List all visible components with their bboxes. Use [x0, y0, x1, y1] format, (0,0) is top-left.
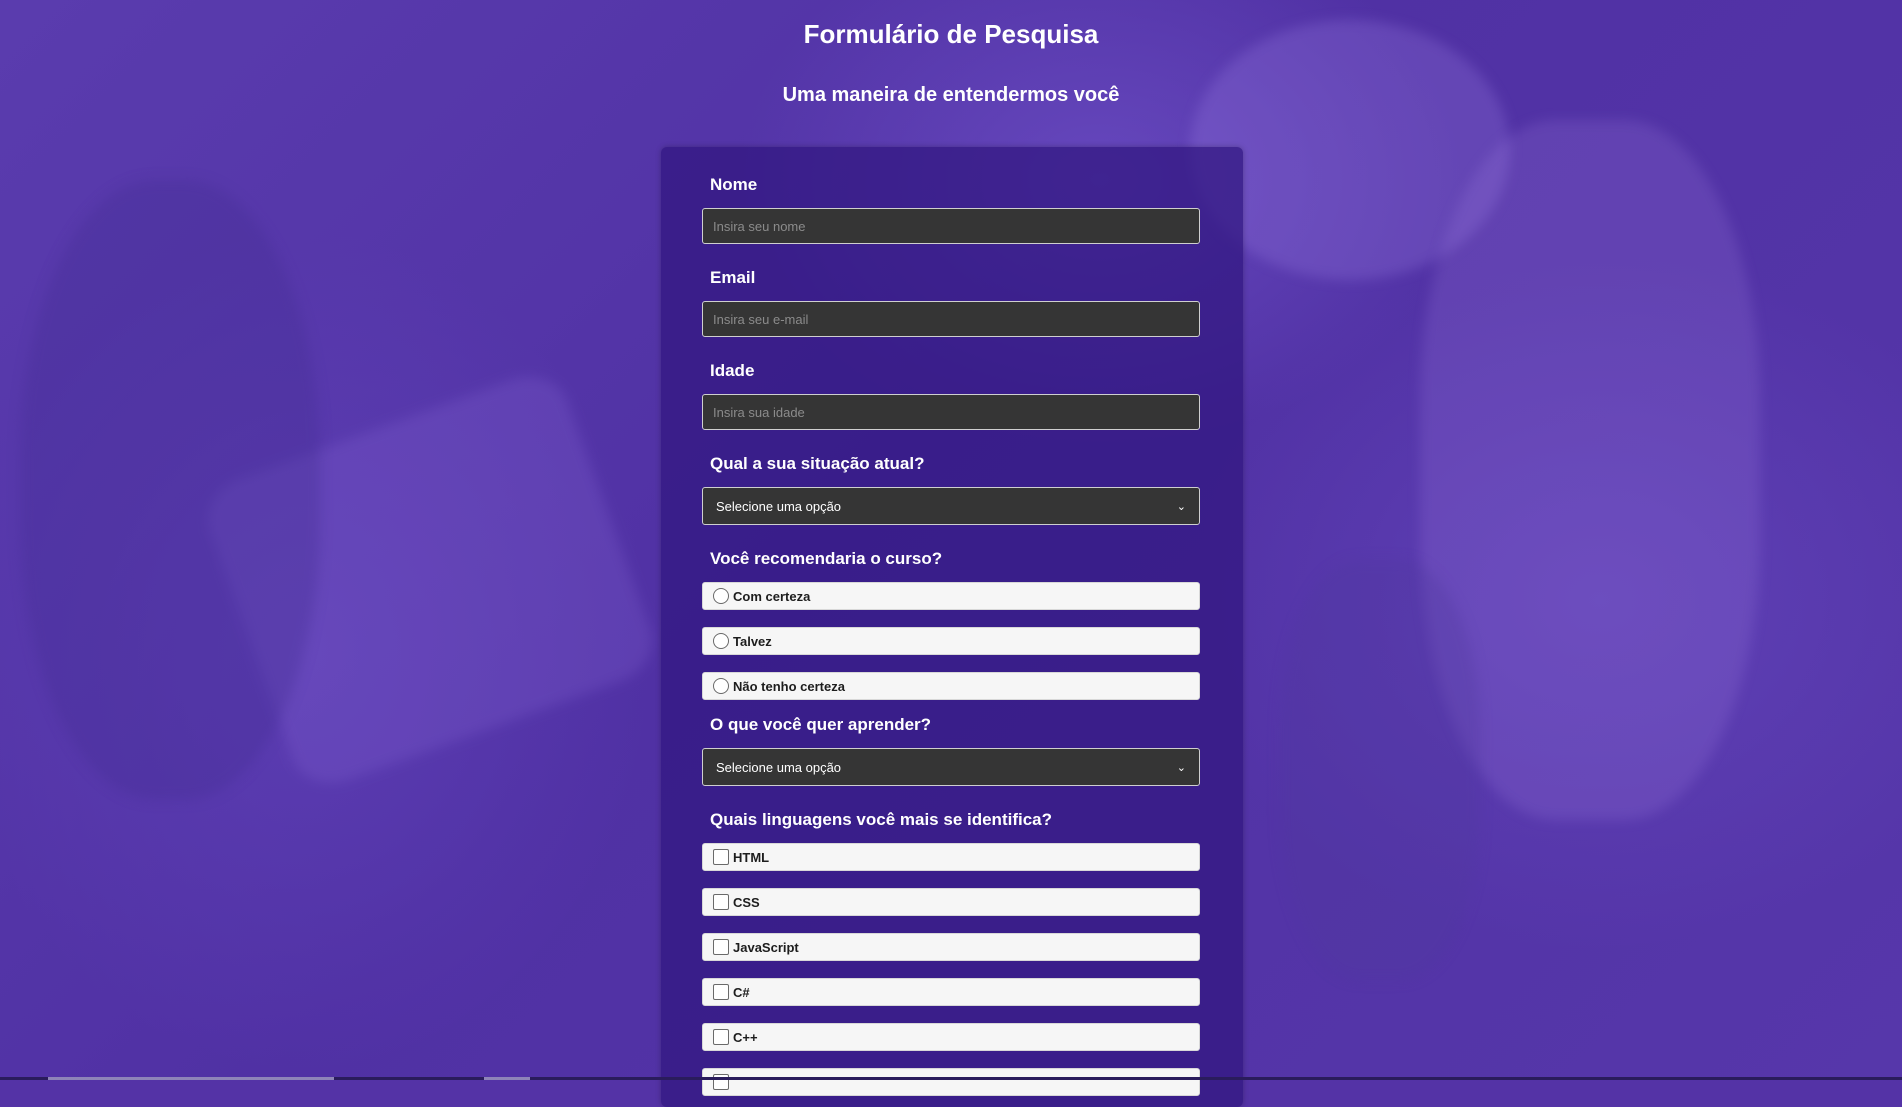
- checkbox[interactable]: [713, 1029, 729, 1045]
- language-option[interactable]: CSS: [702, 888, 1200, 916]
- email-label: Email: [710, 268, 756, 287]
- recommend-option[interactable]: Com certeza: [702, 582, 1200, 610]
- radio-button[interactable]: [713, 633, 729, 649]
- radio-button[interactable]: [713, 588, 729, 604]
- learn-label: O que você quer aprender?: [710, 715, 932, 734]
- name-input[interactable]: Insira seu nome: [702, 208, 1200, 244]
- email-input[interactable]: Insira seu e-mail: [702, 301, 1200, 337]
- language-option-label: CSS: [733, 894, 760, 910]
- page-header: Formulário de Pesquisa Uma maneira de en…: [0, 0, 1902, 107]
- language-option[interactable]: JavaScript: [702, 933, 1200, 961]
- recommend-option-label: Não tenho certeza: [733, 678, 845, 694]
- language-option[interactable]: HTML: [702, 843, 1200, 871]
- checkbox[interactable]: [713, 849, 729, 865]
- languages-label: Quais linguagens você mais se identifica…: [710, 810, 1053, 829]
- language-option[interactable]: [702, 1068, 1200, 1096]
- name-label: Nome: [710, 175, 758, 194]
- learn-select-value: Selecione uma opção: [716, 759, 842, 775]
- recommend-option[interactable]: Talvez: [702, 627, 1200, 655]
- situation-select-value: Selecione uma opção: [716, 498, 842, 514]
- age-input[interactable]: Insira sua idade: [702, 394, 1200, 430]
- situation-label: Qual a sua situação atual?: [710, 454, 925, 473]
- language-option-label: JavaScript: [733, 939, 799, 955]
- recommend-option-label: Com certeza: [733, 588, 811, 604]
- survey-form: Nome Insira seu nome Email Insira seu e-…: [661, 147, 1243, 1107]
- checkbox[interactable]: [713, 939, 729, 955]
- chevron-down-icon: ⌄: [1176, 761, 1186, 774]
- recommend-label: Você recomendaria o curso?: [710, 549, 943, 568]
- age-label: Idade: [710, 361, 755, 380]
- language-option-label: HTML: [733, 849, 770, 865]
- checkbox[interactable]: [713, 894, 729, 910]
- checkbox[interactable]: [713, 984, 729, 1000]
- recommend-option-label: Talvez: [733, 633, 772, 649]
- chevron-down-icon: ⌄: [1176, 500, 1186, 513]
- page-title: Formulário de Pesquisa: [803, 19, 1099, 49]
- situation-select[interactable]: Selecione uma opção ⌄: [702, 487, 1200, 525]
- language-option[interactable]: C#: [702, 978, 1200, 1006]
- recommend-option[interactable]: Não tenho certeza: [702, 672, 1200, 700]
- language-option-label: C#: [733, 984, 750, 1000]
- radio-button[interactable]: [713, 678, 729, 694]
- learn-select[interactable]: Selecione uma opção ⌄: [702, 748, 1200, 786]
- language-option[interactable]: C++: [702, 1023, 1200, 1051]
- page-subtitle: Uma maneira de entendermos você: [782, 84, 1120, 106]
- language-option-label: C++: [733, 1029, 758, 1045]
